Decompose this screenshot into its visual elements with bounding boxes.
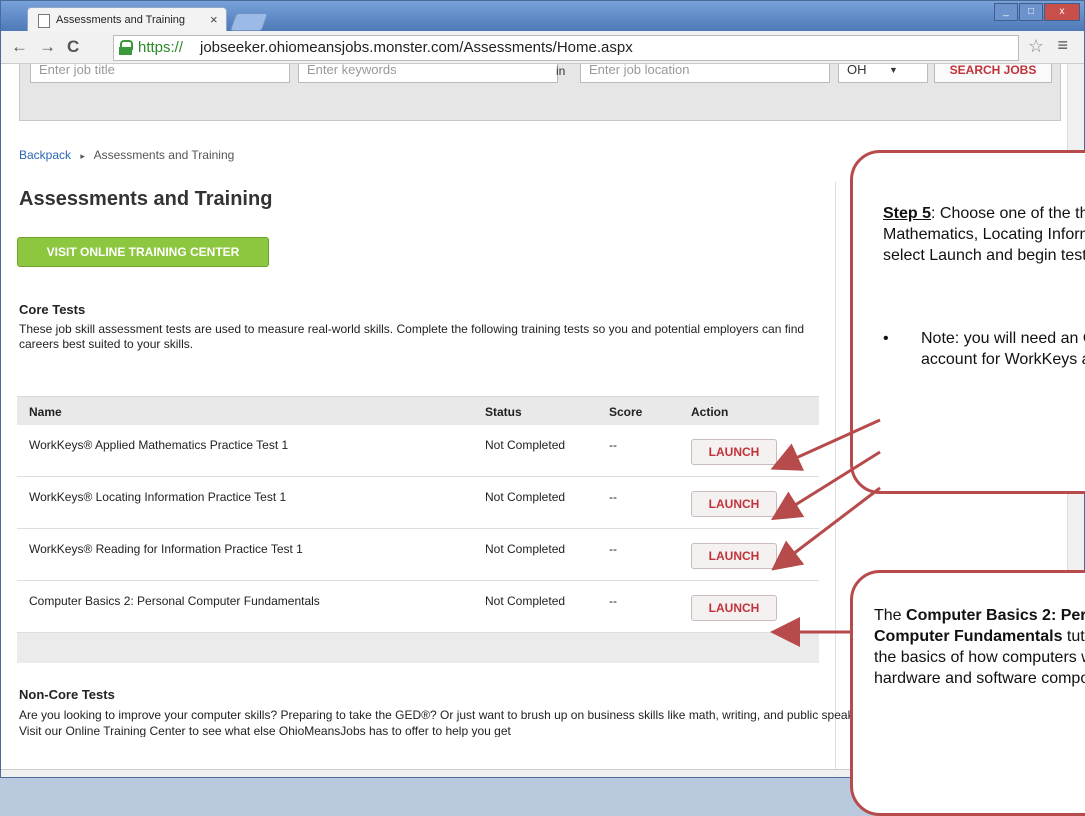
table-row: WorkKeys® Locating Information Practice …: [17, 477, 819, 529]
core-tests-description: These job skill assessment tests are use…: [19, 322, 805, 351]
new-tab-button[interactable]: [229, 13, 269, 31]
window-controls: _ □ x: [993, 3, 1080, 21]
state-select[interactable]: OH ▼: [838, 62, 928, 83]
launch-button[interactable]: LAUNCH: [691, 439, 777, 465]
tab-close-icon[interactable]: ×: [210, 12, 218, 27]
noncore-tests-heading: Non-Core Tests: [19, 687, 115, 702]
forward-arrow-icon[interactable]: →: [39, 37, 56, 57]
url-scheme: https://: [138, 39, 184, 56]
visit-training-center-button[interactable]: VISIT ONLINE TRAINING CENTER: [17, 237, 269, 267]
noncore-tests-description: Are you looking to improve your computer…: [19, 708, 877, 737]
browser-tab[interactable]: Assessments and Training ×: [27, 7, 227, 32]
location-input[interactable]: Enter job location: [580, 64, 830, 83]
search-jobs-button[interactable]: SEARCH JOBS: [934, 64, 1052, 83]
test-score: --: [609, 542, 617, 556]
test-status: Not Completed: [485, 438, 566, 452]
url-field[interactable]: https:// jobseeker.ohiomeansjobs.monster…: [113, 35, 1019, 61]
lock-icon-body: [119, 47, 132, 55]
header-status: Status: [485, 405, 522, 419]
table-row: WorkKeys® Applied Mathematics Practice T…: [17, 425, 819, 477]
title-bar: Assessments and Training × _ □ x: [1, 1, 1084, 32]
test-status: Not Completed: [485, 490, 566, 504]
step-5-label: Step 5: [883, 205, 932, 222]
computer-basics-text: The Computer Basics 2: Personal Computer…: [874, 605, 1085, 689]
breadcrumb-separator-icon: ▸: [80, 151, 85, 161]
browser-menu-icon[interactable]: ≡: [1057, 35, 1068, 56]
address-bar-row: ← → C https:// jobseeker.ohiomeansjobs.m…: [1, 31, 1084, 64]
state-value: OH: [847, 62, 867, 77]
header-action: Action: [691, 405, 729, 419]
job-title-input[interactable]: Enter job title: [30, 64, 290, 83]
column-divider: [835, 182, 836, 777]
in-label: in: [556, 64, 566, 78]
maximize-button[interactable]: □: [1019, 3, 1043, 21]
page-title: Assessments and Training: [19, 188, 273, 210]
header-score: Score: [609, 405, 643, 419]
table-row: WorkKeys® Reading for Information Practi…: [17, 529, 819, 581]
tests-table: Name Status Score Action WorkKeys® Appli…: [17, 396, 819, 663]
test-name: WorkKeys® Reading for Information Practi…: [29, 542, 303, 556]
step-5-callout: Step 5: Choose one of the three tests: M…: [850, 150, 1085, 494]
callout-course-name: Computer Basics 2: Personal Computer Fun…: [874, 607, 1085, 645]
core-tests-heading: Core Tests: [19, 302, 86, 317]
launch-button[interactable]: LAUNCH: [691, 595, 777, 621]
minimize-button[interactable]: _: [994, 3, 1018, 21]
header-name: Name: [29, 405, 62, 419]
test-status: Not Completed: [485, 542, 566, 556]
test-score: --: [609, 490, 617, 504]
launch-button[interactable]: LAUNCH: [691, 491, 777, 517]
keywords-input[interactable]: Enter keywords: [298, 64, 558, 83]
close-window-button[interactable]: x: [1044, 3, 1080, 21]
table-footer: [17, 633, 819, 663]
test-name: WorkKeys® Applied Mathematics Practice T…: [29, 438, 289, 452]
table-header: Name Status Score Action: [17, 396, 819, 425]
job-search-bar: Enter job title Enter keywords in Enter …: [19, 62, 1061, 121]
url-host: jobseeker.ohiomeansjobs.monster.com/Asse…: [200, 39, 633, 56]
test-score: --: [609, 438, 617, 452]
note-bullet: •: [883, 330, 889, 347]
back-arrow-icon[interactable]: ←: [11, 37, 28, 57]
computer-basics-callout: The Computer Basics 2: Personal Computer…: [850, 570, 1085, 816]
test-status: Not Completed: [485, 594, 566, 608]
step-5-text: Step 5: Choose one of the three tests: M…: [883, 203, 1085, 266]
callout-prefix: The: [874, 607, 907, 624]
test-score: --: [609, 594, 617, 608]
test-name: WorkKeys® Locating Information Practice …: [29, 490, 287, 504]
note-text: Note: you will need an OhioMeansJobs acc…: [921, 330, 1085, 368]
launch-button[interactable]: LAUNCH: [691, 543, 777, 569]
dropdown-arrow-icon: ▼: [889, 65, 898, 75]
bookmark-star-icon[interactable]: ☆: [1028, 36, 1044, 57]
reload-icon[interactable]: C: [67, 37, 79, 57]
breadcrumb-current: Assessments and Training: [93, 148, 235, 162]
table-row: Computer Basics 2: Personal Computer Fun…: [17, 581, 819, 633]
breadcrumb-backpack-link[interactable]: Backpack: [19, 148, 71, 162]
test-name: Computer Basics 2: Personal Computer Fun…: [29, 594, 320, 608]
page-icon: [38, 14, 50, 28]
breadcrumb: Backpack ▸ Assessments and Training: [19, 148, 234, 162]
tab-title: Assessments and Training: [56, 14, 186, 26]
